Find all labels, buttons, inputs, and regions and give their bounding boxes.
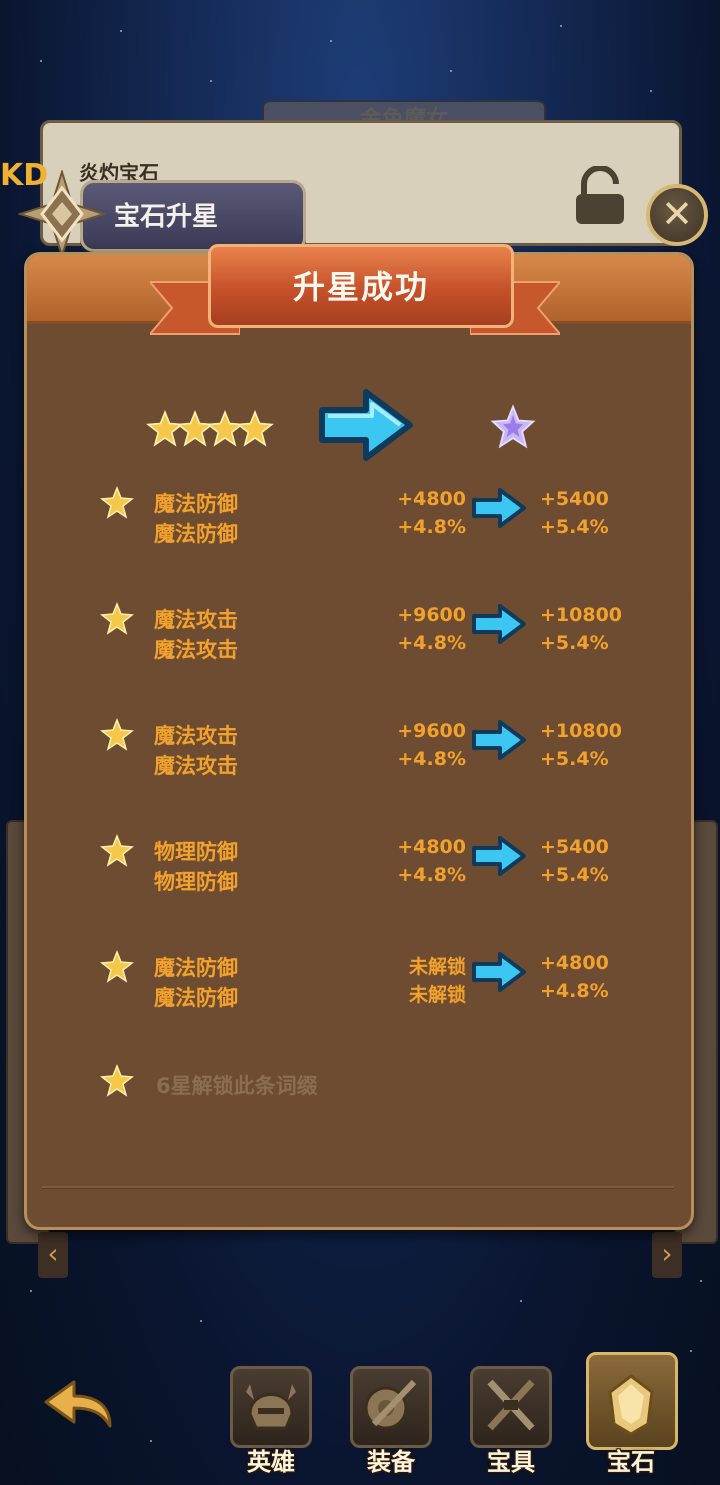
tab-equipment[interactable]: 装备	[346, 1362, 436, 1478]
arrow-right-icon	[472, 488, 526, 528]
attribute-name-secondary: 魔法防御	[154, 522, 238, 546]
arrow-right-icon	[472, 836, 526, 876]
locked-affix-text: 6星解锁此条词缀	[156, 1074, 318, 1098]
attribute-name: 魔法防御	[154, 492, 238, 516]
new-percent: +5.4%	[540, 632, 609, 654]
old-star-rating	[146, 410, 274, 452]
compass-emblem-icon	[18, 170, 106, 258]
gold-star-icon	[236, 410, 274, 447]
attribute-name-secondary: 魔法攻击	[154, 754, 238, 778]
arrow-right-icon	[472, 952, 526, 992]
attribute-name: 魔法防御	[154, 956, 238, 980]
tab-hero-label: 英雄	[247, 1448, 295, 1476]
popup-divider	[42, 1186, 674, 1189]
arrow-right-icon	[472, 604, 526, 644]
gold-star-icon	[100, 718, 134, 751]
crossed-swords-icon	[487, 1379, 535, 1431]
next-arrow-icon[interactable]: ›	[652, 1232, 682, 1278]
attribute-name: 物理防御	[154, 840, 238, 864]
purple-star-icon	[490, 404, 536, 449]
gold-star-icon	[100, 602, 134, 635]
attribute-name-secondary: 魔法防御	[154, 986, 238, 1010]
attribute-name-secondary: 魔法攻击	[154, 638, 238, 662]
old-value: +9600	[397, 720, 466, 742]
old-percent: +4.8%	[397, 516, 466, 538]
old-value: +4800	[397, 836, 466, 858]
arrow-right-icon	[472, 720, 526, 760]
close-icon: ✕	[661, 192, 693, 236]
new-percent: +5.4%	[540, 748, 609, 770]
success-title: 升星成功	[292, 268, 429, 306]
gold-star-icon	[100, 950, 134, 983]
new-percent: +5.4%	[540, 864, 609, 886]
tab-gem-label: 宝石	[607, 1448, 655, 1476]
back-arrow-button[interactable]	[40, 1374, 118, 1432]
gold-star-icon	[100, 1064, 134, 1097]
attribute-row: 魔法攻击 魔法攻击 +9600 +4.8% +10800 +5.4%	[0, 602, 720, 662]
attribute-name-secondary: 物理防御	[154, 870, 238, 894]
gem-icon	[608, 1374, 654, 1436]
old-percent: +4.8%	[397, 632, 466, 654]
old-percent: 未解锁	[408, 984, 466, 1006]
new-value: +10800	[540, 720, 623, 742]
big-arrow-icon	[319, 389, 413, 461]
old-value: 未解锁	[408, 956, 466, 978]
helmet-icon	[246, 1384, 296, 1430]
lock-icon	[576, 166, 624, 224]
tab-equipment-label: 装备	[367, 1448, 415, 1476]
new-percent: +4.8%	[540, 980, 609, 1002]
tab-treasure[interactable]: 宝具	[466, 1362, 556, 1478]
attribute-row: 魔法防御 魔法防御 未解锁 未解锁 +4800 +4.8%	[0, 950, 720, 1010]
close-button[interactable]: ✕	[646, 184, 708, 246]
tab-gem[interactable]: 宝石	[586, 1352, 678, 1478]
new-value: +5400	[540, 836, 609, 858]
old-percent: +4.8%	[397, 864, 466, 886]
gold-star-icon	[100, 834, 134, 867]
attribute-row: 魔法攻击 魔法攻击 +9600 +4.8% +10800 +5.4%	[0, 718, 720, 778]
new-value: +10800	[540, 604, 623, 626]
old-percent: +4.8%	[397, 748, 466, 770]
tab-treasure-label: 宝具	[487, 1448, 535, 1476]
attribute-name: 魔法攻击	[154, 608, 238, 632]
old-value: +4800	[397, 488, 466, 510]
gold-star-icon	[100, 486, 134, 519]
sword-shield-icon	[364, 1379, 417, 1430]
old-value: +9600	[397, 604, 466, 626]
new-value: +4800	[540, 952, 609, 974]
attribute-row: 魔法防御 魔法防御 +4800 +4.8% +5400 +5.4%	[0, 486, 720, 546]
attribute-row: 物理防御 物理防御 +4800 +4.8% +5400 +5.4%	[0, 834, 720, 894]
tab-hero[interactable]: 英雄	[226, 1362, 316, 1478]
new-value: +5400	[540, 488, 609, 510]
page-title: 宝石升星	[114, 202, 219, 232]
prev-arrow-icon[interactable]: ‹	[38, 1232, 68, 1278]
attribute-name: 魔法攻击	[154, 724, 238, 748]
new-percent: +5.4%	[540, 516, 609, 538]
